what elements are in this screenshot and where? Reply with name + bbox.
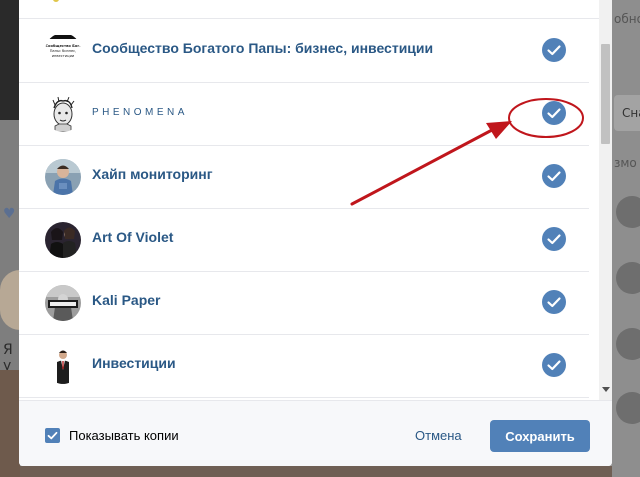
show-copies-checkbox[interactable] <box>45 428 60 443</box>
background-avatar <box>0 270 20 330</box>
avatar-logo-text: Сообщество Бог. <box>45 44 80 48</box>
check-icon[interactable] <box>542 101 566 125</box>
check-icon[interactable] <box>542 290 566 314</box>
background-text: обно <box>614 12 640 26</box>
show-copies-label[interactable]: Показывать копии <box>69 428 179 443</box>
community-name[interactable]: Инвестиции <box>92 355 176 371</box>
community-name[interactable]: Art Of Violet <box>92 229 173 245</box>
avatar <box>45 348 81 384</box>
cancel-button[interactable]: Отмена <box>415 428 462 443</box>
avatar-logo-text: инвестиции <box>52 54 75 58</box>
check-icon[interactable] <box>542 353 566 377</box>
avatar-logo-text: Папы: бизнес, <box>50 49 77 53</box>
background-image <box>0 370 20 477</box>
scroll-down-arrow-icon[interactable] <box>602 387 610 392</box>
list-scrollbar[interactable] <box>599 0 612 400</box>
select-communities-dialog: Сообщество Бог. Папы: бизнес, инвестиции… <box>19 0 612 466</box>
community-row[interactable]: Инвестиции <box>19 334 589 398</box>
heart-icon: ♥ <box>3 206 16 222</box>
check-icon[interactable] <box>542 164 566 188</box>
background-image <box>20 466 612 477</box>
background-right-column: обно Сна змо <box>612 0 640 477</box>
background-avatar <box>616 328 640 360</box>
avatar: Сообщество Бог. Папы: бизнес, инвестиции <box>45 33 81 69</box>
dialog-footer: Показывать копии Отмена Сохранить <box>19 400 612 466</box>
community-row[interactable]: Kali Paper <box>19 271 589 335</box>
community-row[interactable]: PHENOMENA <box>19 82 589 146</box>
community-list: Сообщество Бог. Папы: бизнес, инвестиции… <box>19 0 599 400</box>
community-row[interactable]: Сообщество Бог. Папы: бизнес, инвестиции… <box>19 19 589 83</box>
background-avatar <box>616 262 640 294</box>
community-name[interactable]: Хайп мониторинг <box>92 166 213 182</box>
background-text: змо <box>614 156 637 170</box>
list-item-partial <box>19 0 599 19</box>
community-name[interactable]: Сообщество Богатого Папы: бизнес, инвест… <box>92 40 433 56</box>
avatar <box>45 222 81 258</box>
avatar <box>53 0 59 2</box>
community-row[interactable]: Хайп мониторинг <box>19 145 589 209</box>
avatar <box>45 285 81 321</box>
community-row[interactable]: Art Of Violet <box>19 208 589 272</box>
save-button[interactable]: Сохранить <box>490 420 590 452</box>
check-icon[interactable] <box>542 227 566 251</box>
background-avatar <box>616 392 640 424</box>
background-image <box>0 0 20 120</box>
background-text: Сна <box>622 106 640 120</box>
community-name[interactable]: Kali Paper <box>92 292 160 308</box>
community-name[interactable]: PHENOMENA <box>92 107 188 118</box>
avatar <box>45 96 81 132</box>
background-left-column: ♥ Я у <box>0 0 20 477</box>
background-avatar <box>616 196 640 228</box>
avatar <box>45 159 81 195</box>
scrollbar-thumb[interactable] <box>601 44 610 144</box>
check-icon[interactable] <box>542 38 566 62</box>
